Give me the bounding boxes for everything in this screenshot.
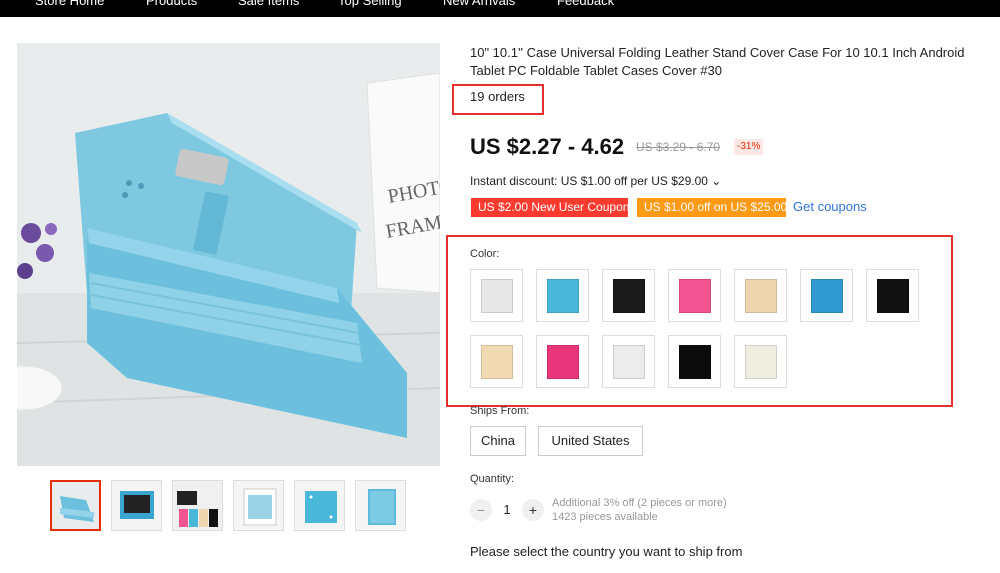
thumbnail-image [295,481,344,530]
tablet-case-photo: PHOTO FRAME [17,43,440,466]
swatch-case-image [745,279,777,313]
top-navigation: Store Home Products Sale Items Top Selli… [0,0,1000,17]
ship-option-china[interactable]: China [470,426,526,456]
color-swatch[interactable] [536,335,589,388]
instant-discount-dropdown[interactable]: Instant discount: US $1.00 off per US $2… [470,174,721,188]
thumbnail-image [173,481,222,530]
thumbnail-image [52,482,99,529]
swatch-case-image [547,345,579,379]
color-swatch[interactable] [800,269,853,322]
nav-top-selling[interactable]: Top Selling [338,0,402,8]
new-user-coupon[interactable]: US $2.00 New User Coupon [471,198,629,217]
nav-feedback[interactable]: Feedback [557,0,614,8]
swatch-case-image [547,279,579,313]
quantity-value[interactable]: 1 [500,502,514,517]
nav-products[interactable]: Products [146,0,197,8]
nav-store-home[interactable]: Store Home [35,0,104,8]
price-range: US $2.27 - 4.62 [470,134,625,159]
discount-badge: -31% [734,139,764,155]
thumbnail-2[interactable] [111,480,162,531]
color-swatch[interactable] [536,269,589,322]
swatch-case-image [613,279,645,313]
orders-highlight-box [452,84,544,115]
swatch-case-image [613,345,645,379]
store-coupon[interactable]: US $1.00 off on US $25.00 [637,198,787,217]
quantity-label: Quantity: [470,473,515,485]
swatch-case-image [811,279,843,313]
color-swatch[interactable] [734,335,787,388]
swatch-case-image [481,279,513,313]
color-swatch[interactable] [734,269,787,322]
thumbnail-5[interactable] [294,480,345,531]
get-coupons-link[interactable]: Get coupons [793,199,867,214]
ships-from-label: Ships From: [470,405,530,417]
original-price: US $3.29 - 6.70 [636,140,721,154]
thumbnail-4[interactable] [233,480,284,531]
product-title: 10" 10.1'' Case Universal Folding Leathe… [470,45,965,78]
ship-option-united-states[interactable]: United States [538,426,643,456]
color-swatch[interactable] [470,269,523,322]
thumbnail-1[interactable] [50,480,101,531]
swatch-case-image [481,345,513,379]
quantity-increase-button[interactable]: + [522,499,544,521]
nav-sale-items[interactable]: Sale Items [238,0,299,8]
bulk-discount-note: Additional 3% off (2 pieces or more) [552,497,727,509]
color-swatch[interactable] [668,335,721,388]
stock-available-note: 1423 pieces available [552,511,658,523]
color-swatch[interactable] [602,335,655,388]
color-swatch[interactable] [470,335,523,388]
swatch-case-image [877,279,909,313]
ship-country-prompt: Please select the country you want to sh… [470,544,743,559]
thumbnail-image [234,481,283,530]
swatch-case-image [745,345,777,379]
swatch-case-image [679,279,711,313]
thumbnail-3[interactable] [172,480,223,531]
thumbnail-image [112,481,161,530]
color-swatch[interactable] [668,269,721,322]
color-swatch[interactable] [866,269,919,322]
thumbnail-6[interactable] [355,480,406,531]
thumbnail-image [356,481,405,530]
quantity-decrease-button[interactable]: − [470,499,492,521]
nav-new-arrivals[interactable]: New Arrivals [443,0,515,8]
main-product-image[interactable]: PHOTO FRAME [17,43,440,466]
color-label: Color: [470,248,500,260]
swatch-case-image [679,345,711,379]
color-swatch[interactable] [602,269,655,322]
